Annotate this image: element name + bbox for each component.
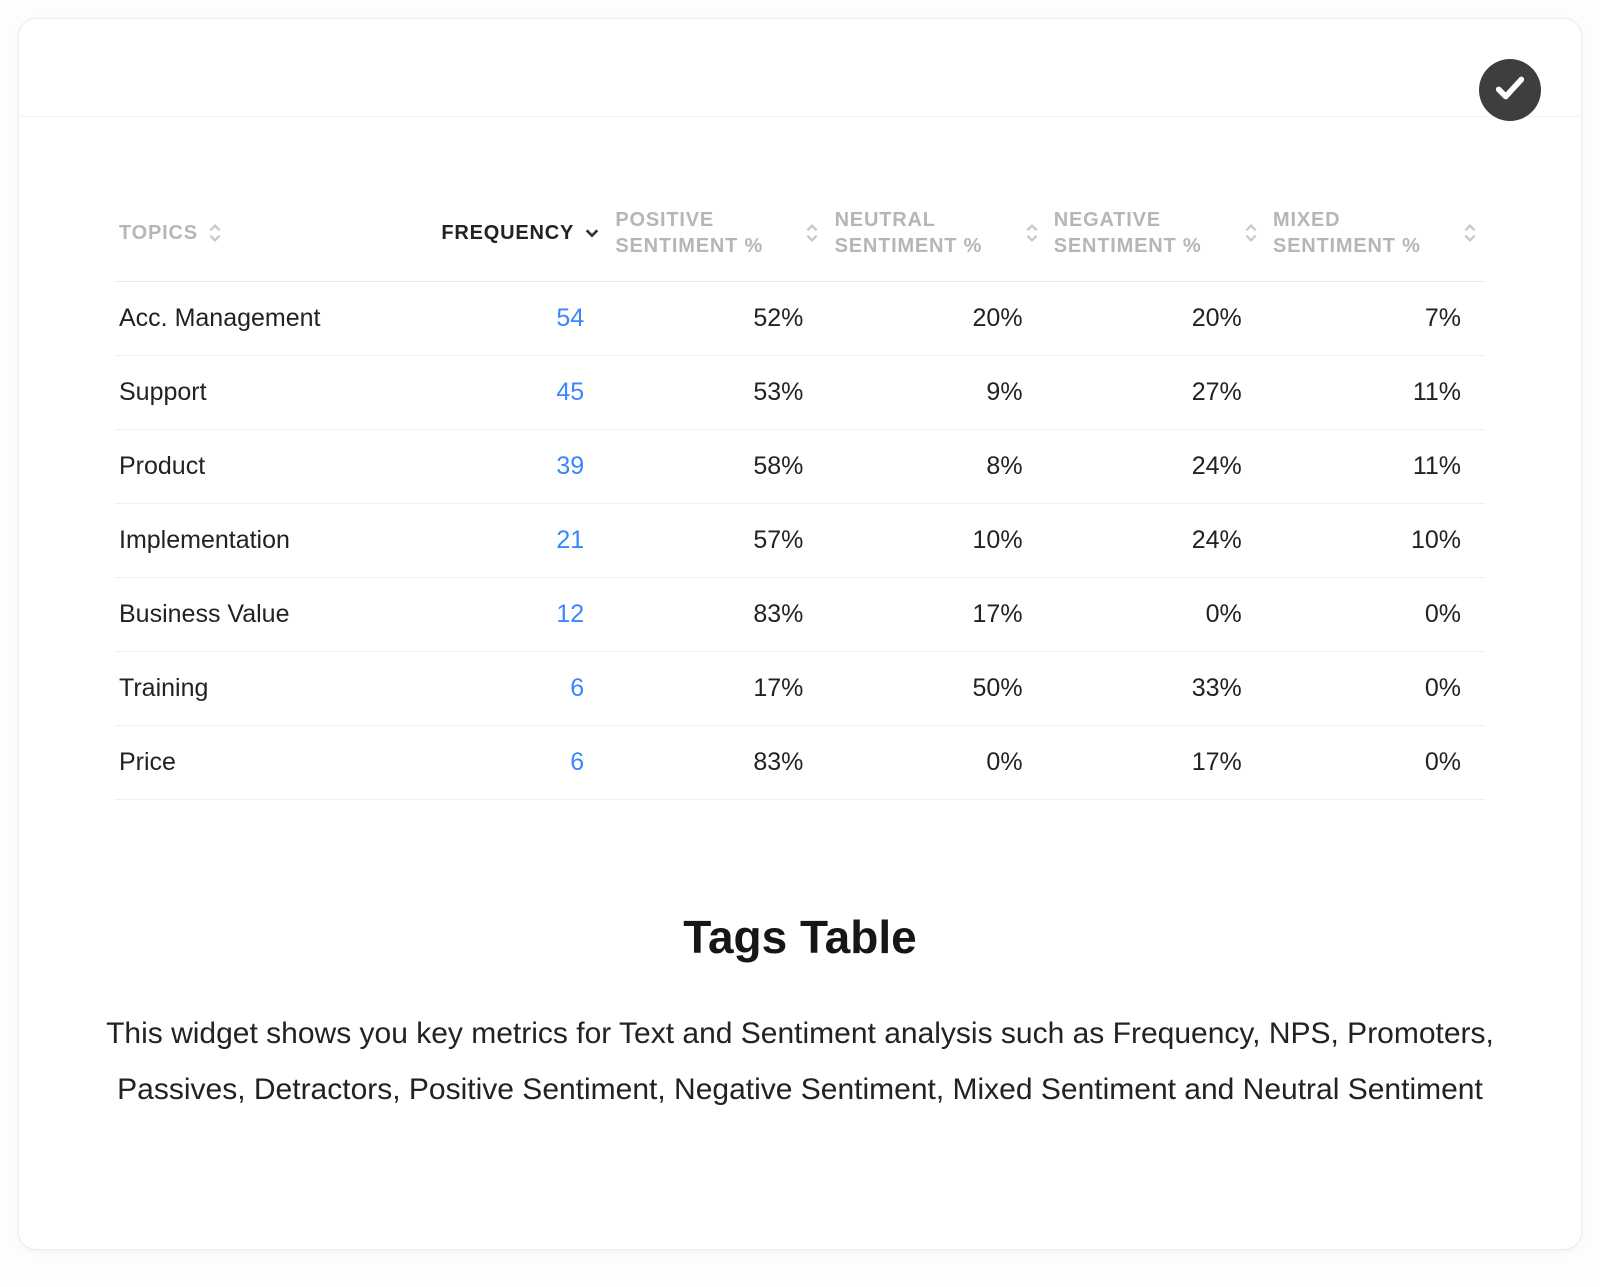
neutral-cell: 20% xyxy=(827,282,1046,356)
negative-cell: 0% xyxy=(1047,578,1266,652)
table-row: Price 6 83% 0% 17% 0% xyxy=(115,726,1485,800)
sort-both-icon xyxy=(1244,223,1258,243)
table-row: Acc. Management 54 52% 20% 20% 7% xyxy=(115,282,1485,356)
topic-cell: Implementation xyxy=(115,504,416,578)
table-body: Acc. Management 54 52% 20% 20% 7% Suppor… xyxy=(115,282,1485,800)
column-label: TOPICS xyxy=(119,220,198,246)
sort-desc-icon xyxy=(584,220,600,246)
sort-both-icon xyxy=(805,223,819,243)
mixed-cell: 7% xyxy=(1266,282,1485,356)
frequency-cell[interactable]: 39 xyxy=(416,430,608,504)
neutral-cell: 0% xyxy=(827,726,1046,800)
card-header-strip xyxy=(19,19,1581,117)
positive-cell: 53% xyxy=(608,356,827,430)
frequency-cell[interactable]: 45 xyxy=(416,356,608,430)
neutral-cell: 17% xyxy=(827,578,1046,652)
frequency-cell[interactable]: 6 xyxy=(416,726,608,800)
topic-cell: Business Value xyxy=(115,578,416,652)
table-row: Support 45 53% 9% 27% 11% xyxy=(115,356,1485,430)
checkmark-icon xyxy=(1493,71,1527,110)
frequency-cell[interactable]: 21 xyxy=(416,504,608,578)
topic-cell: Training xyxy=(115,652,416,726)
column-header-neutral[interactable]: NEUTRAL SENTIMENT % xyxy=(827,197,1046,282)
positive-cell: 83% xyxy=(608,578,827,652)
negative-cell: 33% xyxy=(1047,652,1266,726)
column-label: POSITIVE SENTIMENT % xyxy=(615,207,795,259)
negative-cell: 17% xyxy=(1047,726,1266,800)
section-description: This widget shows you key metrics for Te… xyxy=(99,1006,1501,1117)
positive-cell: 57% xyxy=(608,504,827,578)
table-row: Training 6 17% 50% 33% 0% xyxy=(115,652,1485,726)
positive-cell: 52% xyxy=(608,282,827,356)
column-header-mixed[interactable]: MIXED SENTIMENT % xyxy=(1266,197,1485,282)
sort-both-icon xyxy=(1025,223,1039,243)
sort-both-icon xyxy=(208,223,222,243)
column-header-negative[interactable]: NEGATIVE SENTIMENT % xyxy=(1047,197,1266,282)
negative-cell: 27% xyxy=(1047,356,1266,430)
widget-card: TOPICS FREQUENCY xyxy=(18,18,1582,1250)
neutral-cell: 10% xyxy=(827,504,1046,578)
status-check-badge[interactable] xyxy=(1479,59,1541,121)
positive-cell: 83% xyxy=(608,726,827,800)
section-title: Tags Table xyxy=(99,910,1501,964)
table-row: Business Value 12 83% 17% 0% 0% xyxy=(115,578,1485,652)
negative-cell: 24% xyxy=(1047,430,1266,504)
table-container: TOPICS FREQUENCY xyxy=(19,117,1581,800)
mixed-cell: 10% xyxy=(1266,504,1485,578)
topic-cell: Support xyxy=(115,356,416,430)
column-label: NEGATIVE SENTIMENT % xyxy=(1054,207,1234,259)
table-row: Implementation 21 57% 10% 24% 10% xyxy=(115,504,1485,578)
neutral-cell: 50% xyxy=(827,652,1046,726)
sort-both-icon xyxy=(1463,223,1477,243)
frequency-cell[interactable]: 6 xyxy=(416,652,608,726)
positive-cell: 58% xyxy=(608,430,827,504)
mixed-cell: 11% xyxy=(1266,356,1485,430)
neutral-cell: 8% xyxy=(827,430,1046,504)
negative-cell: 20% xyxy=(1047,282,1266,356)
topic-cell: Price xyxy=(115,726,416,800)
neutral-cell: 9% xyxy=(827,356,1046,430)
frequency-cell[interactable]: 12 xyxy=(416,578,608,652)
positive-cell: 17% xyxy=(608,652,827,726)
column-label: NEUTRAL SENTIMENT % xyxy=(835,207,1015,259)
topic-cell: Product xyxy=(115,430,416,504)
table-row: Product 39 58% 8% 24% 11% xyxy=(115,430,1485,504)
sentiment-table: TOPICS FREQUENCY xyxy=(115,197,1485,800)
frequency-cell[interactable]: 54 xyxy=(416,282,608,356)
column-label: FREQUENCY xyxy=(441,220,574,246)
column-header-topics[interactable]: TOPICS xyxy=(115,197,416,282)
mixed-cell: 0% xyxy=(1266,652,1485,726)
mixed-cell: 0% xyxy=(1266,578,1485,652)
mixed-cell: 11% xyxy=(1266,430,1485,504)
negative-cell: 24% xyxy=(1047,504,1266,578)
column-header-frequency[interactable]: FREQUENCY xyxy=(416,197,608,282)
section-info: Tags Table This widget shows you key met… xyxy=(19,910,1581,1117)
column-label: MIXED SENTIMENT % xyxy=(1273,207,1453,259)
topic-cell: Acc. Management xyxy=(115,282,416,356)
column-header-positive[interactable]: POSITIVE SENTIMENT % xyxy=(608,197,827,282)
mixed-cell: 0% xyxy=(1266,726,1485,800)
